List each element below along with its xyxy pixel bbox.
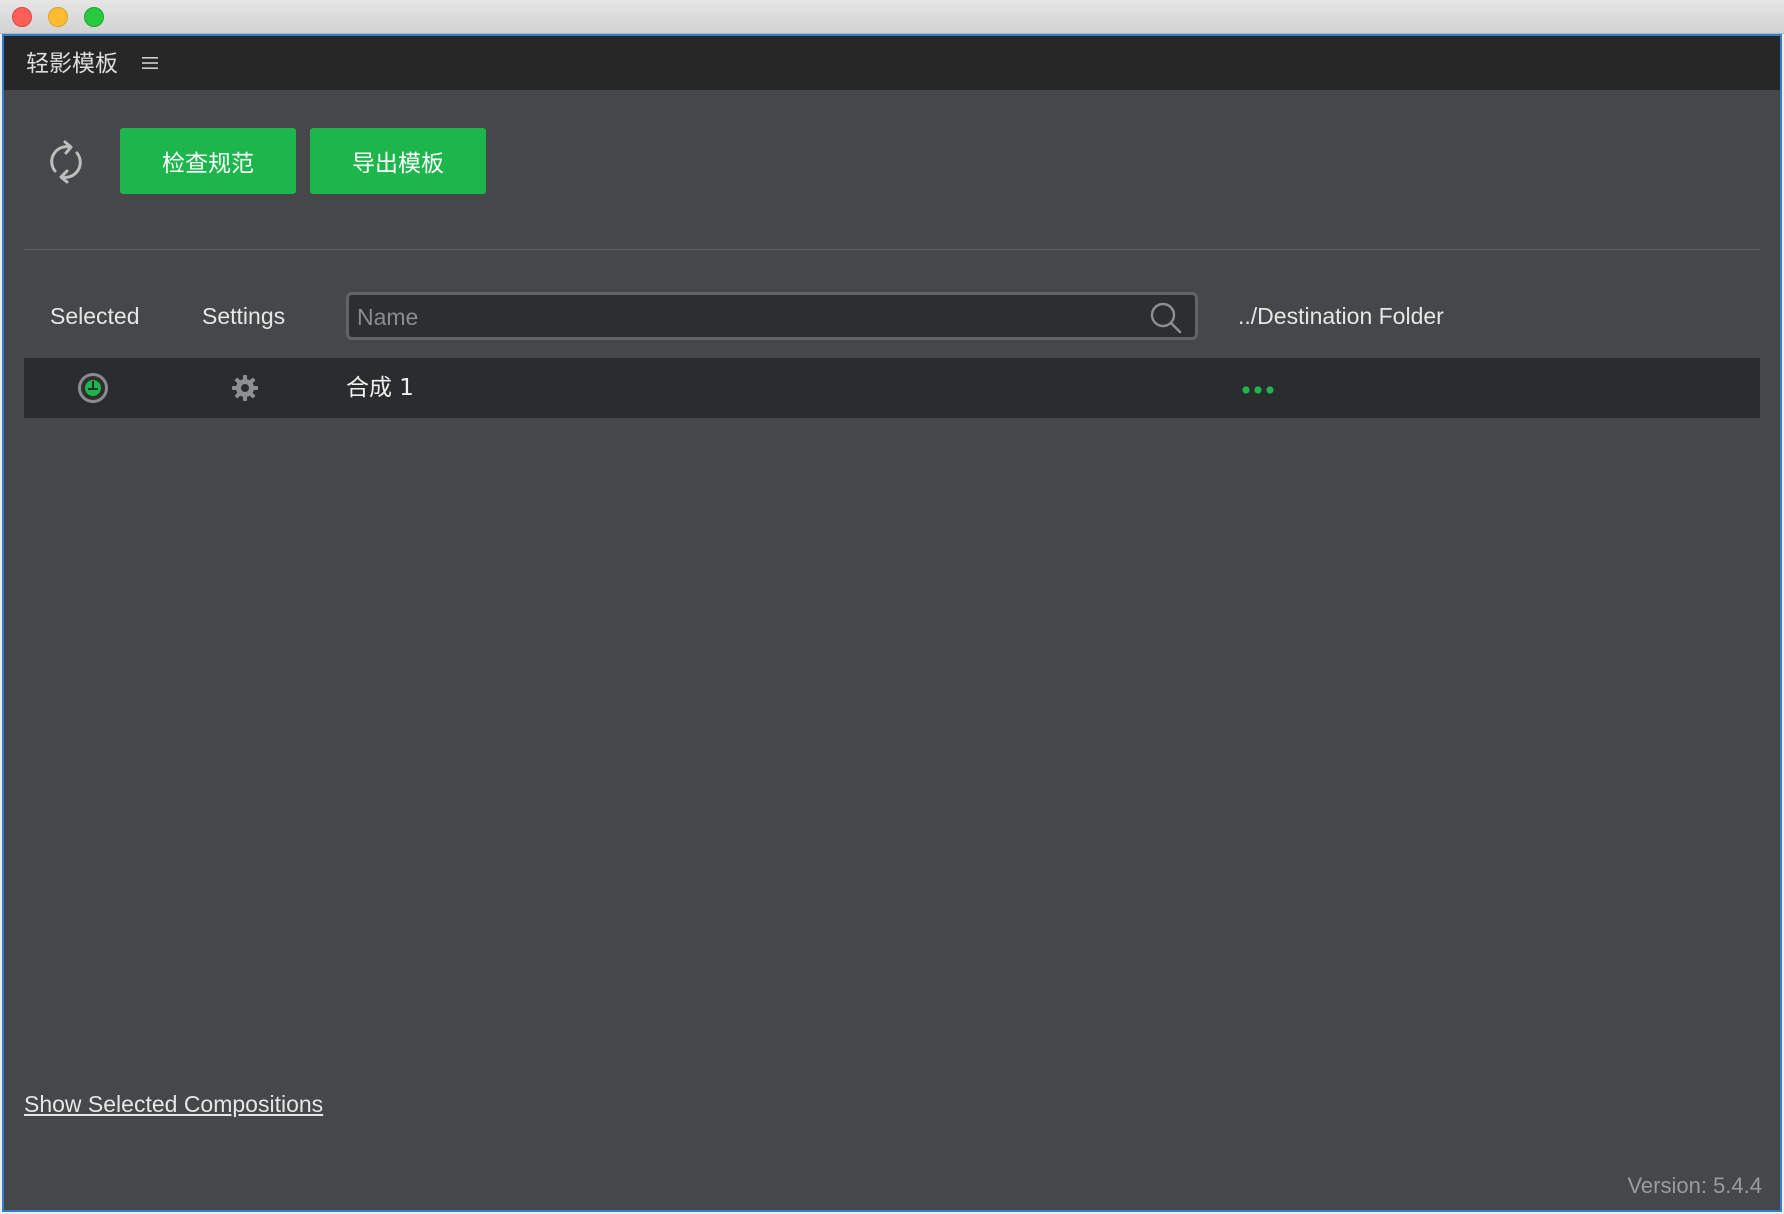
toolbar-divider (24, 249, 1760, 250)
more-dots-icon[interactable] (1240, 380, 1276, 400)
extension-panel: 轻影模板 检查规范 导出模板 Selected Settings ../ (2, 34, 1782, 1212)
column-header-selected: Selected (50, 303, 140, 329)
window-maximize-button[interactable] (84, 7, 104, 27)
search-icon[interactable] (1149, 301, 1183, 335)
name-search-input[interactable] (355, 301, 1119, 333)
composition-name: 合成 1 (346, 375, 414, 401)
version-label: Version: 5.4.4 (1627, 1173, 1762, 1198)
export-template-button[interactable]: 导出模板 (310, 128, 486, 194)
window-titlebar[interactable] (0, 0, 1784, 34)
window-close-button[interactable] (12, 7, 32, 27)
gear-icon[interactable] (230, 373, 260, 403)
panel-title: 轻影模板 (26, 50, 118, 76)
hamburger-menu-icon[interactable] (141, 54, 159, 72)
column-header-settings: Settings (202, 303, 286, 329)
column-header-destination: ../Destination Folder (1238, 303, 1444, 329)
search-box (346, 292, 1198, 340)
window-minimize-button[interactable] (48, 7, 68, 27)
composition-row[interactable]: 合成 1 (24, 358, 1760, 418)
app-window: 轻影模板 检查规范 导出模板 Selected Settings ../ (0, 0, 1784, 1214)
panel-header: 轻影模板 (4, 36, 1780, 90)
refresh-icon[interactable] (42, 138, 90, 186)
check-spec-button[interactable]: 检查规范 (120, 128, 296, 194)
selected-radio-icon[interactable] (78, 373, 108, 403)
show-selected-compositions-link[interactable]: Show Selected Compositions (24, 1090, 323, 1118)
